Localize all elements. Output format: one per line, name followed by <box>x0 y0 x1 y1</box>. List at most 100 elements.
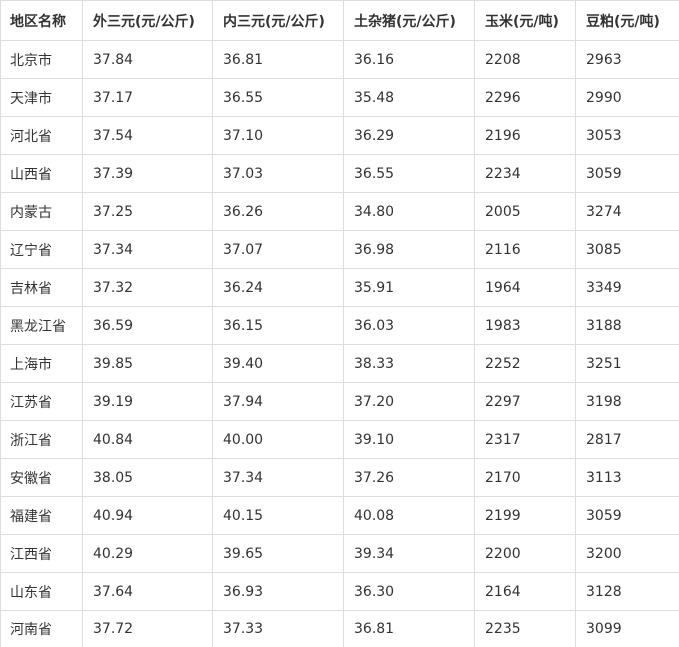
table-header: 地区名称 外三元(元/公斤) 内三元(元/公斤) 土杂猪(元/公斤) 玉米(元/… <box>1 1 679 41</box>
cell-local-hog: 35.91 <box>344 269 475 307</box>
cell-soybean-meal: 3349 <box>576 269 679 307</box>
cell-outer-three-way: 37.34 <box>83 231 213 269</box>
cell-region: 河南省 <box>1 611 83 647</box>
cell-local-hog: 36.30 <box>344 573 475 611</box>
cell-region: 江苏省 <box>1 383 83 421</box>
cell-soybean-meal: 3198 <box>576 383 679 421</box>
price-table: 地区名称 外三元(元/公斤) 内三元(元/公斤) 土杂猪(元/公斤) 玉米(元/… <box>0 0 679 647</box>
cell-local-hog: 36.98 <box>344 231 475 269</box>
table-row: 内蒙古37.2536.2634.8020053274 <box>1 193 679 231</box>
cell-region: 天津市 <box>1 79 83 117</box>
cell-outer-three-way: 37.17 <box>83 79 213 117</box>
cell-local-hog: 36.55 <box>344 155 475 193</box>
table-row: 江西省40.2939.6539.3422003200 <box>1 535 679 573</box>
cell-corn: 2297 <box>475 383 576 421</box>
table-body: 北京市37.8436.8136.1622082963天津市37.1736.553… <box>1 41 679 647</box>
cell-inner-three-way: 36.81 <box>213 41 344 79</box>
column-header-region: 地区名称 <box>1 1 83 41</box>
cell-corn: 2252 <box>475 345 576 383</box>
cell-corn: 1964 <box>475 269 576 307</box>
cell-outer-three-way: 37.39 <box>83 155 213 193</box>
cell-soybean-meal: 2990 <box>576 79 679 117</box>
cell-outer-three-way: 37.54 <box>83 117 213 155</box>
cell-outer-three-way: 40.94 <box>83 497 213 535</box>
cell-region: 浙江省 <box>1 421 83 459</box>
cell-corn: 2196 <box>475 117 576 155</box>
cell-outer-three-way: 36.59 <box>83 307 213 345</box>
column-header-soybean-meal: 豆粕(元/吨) <box>576 1 679 41</box>
cell-outer-three-way: 39.19 <box>83 383 213 421</box>
column-header-corn: 玉米(元/吨) <box>475 1 576 41</box>
cell-soybean-meal: 3251 <box>576 345 679 383</box>
cell-region: 辽宁省 <box>1 231 83 269</box>
column-header-local-hog: 土杂猪(元/公斤) <box>344 1 475 41</box>
cell-inner-three-way: 36.26 <box>213 193 344 231</box>
cell-inner-three-way: 36.24 <box>213 269 344 307</box>
cell-local-hog: 35.48 <box>344 79 475 117</box>
cell-region: 山东省 <box>1 573 83 611</box>
cell-inner-three-way: 37.34 <box>213 459 344 497</box>
cell-soybean-meal: 3085 <box>576 231 679 269</box>
cell-inner-three-way: 40.15 <box>213 497 344 535</box>
cell-soybean-meal: 3099 <box>576 611 679 647</box>
cell-soybean-meal: 3188 <box>576 307 679 345</box>
cell-outer-three-way: 37.25 <box>83 193 213 231</box>
cell-inner-three-way: 40.00 <box>213 421 344 459</box>
column-header-inner-three-way: 内三元(元/公斤) <box>213 1 344 41</box>
cell-corn: 2234 <box>475 155 576 193</box>
cell-soybean-meal: 3274 <box>576 193 679 231</box>
table-row: 浙江省40.8440.0039.1023172817 <box>1 421 679 459</box>
cell-local-hog: 40.08 <box>344 497 475 535</box>
cell-local-hog: 36.81 <box>344 611 475 647</box>
cell-corn: 2235 <box>475 611 576 647</box>
cell-soybean-meal: 3053 <box>576 117 679 155</box>
table-row: 黑龙江省36.5936.1536.0319833188 <box>1 307 679 345</box>
cell-corn: 2208 <box>475 41 576 79</box>
cell-inner-three-way: 36.55 <box>213 79 344 117</box>
cell-region: 江西省 <box>1 535 83 573</box>
table-row: 天津市37.1736.5535.4822962990 <box>1 79 679 117</box>
cell-local-hog: 39.10 <box>344 421 475 459</box>
cell-soybean-meal: 3059 <box>576 155 679 193</box>
cell-corn: 2116 <box>475 231 576 269</box>
cell-inner-three-way: 36.15 <box>213 307 344 345</box>
cell-local-hog: 36.03 <box>344 307 475 345</box>
cell-soybean-meal: 2963 <box>576 41 679 79</box>
cell-corn: 2296 <box>475 79 576 117</box>
column-header-outer-three-way: 外三元(元/公斤) <box>83 1 213 41</box>
cell-region: 山西省 <box>1 155 83 193</box>
cell-local-hog: 37.26 <box>344 459 475 497</box>
cell-soybean-meal: 3059 <box>576 497 679 535</box>
cell-region: 北京市 <box>1 41 83 79</box>
cell-outer-three-way: 38.05 <box>83 459 213 497</box>
cell-outer-three-way: 37.32 <box>83 269 213 307</box>
cell-region: 内蒙古 <box>1 193 83 231</box>
cell-outer-three-way: 40.29 <box>83 535 213 573</box>
cell-region: 黑龙江省 <box>1 307 83 345</box>
table-row: 辽宁省37.3437.0736.9821163085 <box>1 231 679 269</box>
cell-region: 上海市 <box>1 345 83 383</box>
table-row: 上海市39.8539.4038.3322523251 <box>1 345 679 383</box>
cell-outer-three-way: 39.85 <box>83 345 213 383</box>
cell-inner-three-way: 37.07 <box>213 231 344 269</box>
cell-outer-three-way: 37.64 <box>83 573 213 611</box>
cell-soybean-meal: 3128 <box>576 573 679 611</box>
cell-local-hog: 36.16 <box>344 41 475 79</box>
table-row: 河北省37.5437.1036.2921963053 <box>1 117 679 155</box>
table-row: 安徽省38.0537.3437.2621703113 <box>1 459 679 497</box>
cell-local-hog: 37.20 <box>344 383 475 421</box>
cell-inner-three-way: 36.93 <box>213 573 344 611</box>
table-row: 山东省37.6436.9336.3021643128 <box>1 573 679 611</box>
cell-local-hog: 38.33 <box>344 345 475 383</box>
table-row: 江苏省39.1937.9437.2022973198 <box>1 383 679 421</box>
table-row: 福建省40.9440.1540.0821993059 <box>1 497 679 535</box>
cell-corn: 2170 <box>475 459 576 497</box>
header-row: 地区名称 外三元(元/公斤) 内三元(元/公斤) 土杂猪(元/公斤) 玉米(元/… <box>1 1 679 41</box>
cell-region: 河北省 <box>1 117 83 155</box>
table-row: 河南省37.7237.3336.8122353099 <box>1 611 679 647</box>
cell-corn: 2005 <box>475 193 576 231</box>
table-row: 山西省37.3937.0336.5522343059 <box>1 155 679 193</box>
cell-region: 安徽省 <box>1 459 83 497</box>
cell-soybean-meal: 2817 <box>576 421 679 459</box>
cell-corn: 2199 <box>475 497 576 535</box>
